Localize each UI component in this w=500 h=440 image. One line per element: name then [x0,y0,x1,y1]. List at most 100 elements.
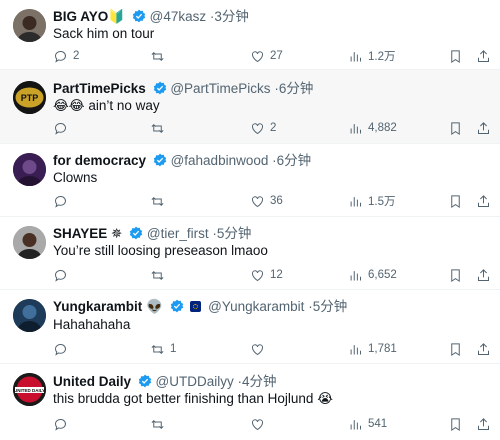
bookmark-button[interactable] [448,119,463,137]
views-button[interactable]: 4,882 [348,119,397,137]
display-name[interactable]: PartTimePicks [53,81,146,96]
tweet-card[interactable]: SHAYEE ✵ @tier_first ·5分钟 You’re still l… [0,217,500,290]
display-name[interactable]: United Daily [53,374,131,389]
retweet-count: 1 [170,343,177,355]
timestamp[interactable]: 3分钟 [214,9,249,24]
view-count: 1.2万 [368,51,396,63]
display-name[interactable]: for democracy [53,153,146,168]
reply-button[interactable] [53,340,73,358]
name-badge-emoji: 👽 [146,299,163,315]
like-count: 27 [270,50,283,62]
view-count: 6,652 [368,269,397,281]
bookmark-button[interactable] [448,192,463,210]
timestamp[interactable]: 6分钟 [277,153,312,168]
avatar[interactable]: UNITED DAILY [13,373,46,406]
tweet-actions: 2 27 1.2万 [0,47,500,65]
bookmark-button[interactable] [448,266,463,284]
verified-badge-icon [129,226,143,240]
view-count: 1.5万 [368,196,396,208]
handle[interactable]: @47kasz [150,9,206,24]
retweet-button[interactable] [150,266,170,284]
like-count: 36 [270,195,283,207]
share-button[interactable] [476,192,491,210]
bookmark-button[interactable] [448,415,463,433]
share-button[interactable] [476,415,491,433]
like-button[interactable]: 36 [250,192,283,210]
tweet-card[interactable]: UNITED DAILY United Daily @UTDDailyy ·4分… [0,364,500,440]
tweet-actions: 36 1.5万 [0,192,500,210]
like-icon [252,418,263,430]
avatar[interactable] [13,153,46,186]
views-button[interactable]: 1.5万 [348,192,396,210]
views-button[interactable]: 1,781 [348,340,397,358]
bookmark-icon [451,268,460,282]
tweet-card[interactable]: PTP PartTimePicks @PartTimePicks ·6分钟 😂😂… [0,70,500,144]
avatar[interactable] [13,226,46,259]
handle[interactable]: @tier_first [147,226,209,241]
reply-button[interactable] [53,119,73,137]
share-icon [478,194,489,207]
retweet-button[interactable] [150,192,170,210]
tweet-card[interactable]: Yungkarambit 👽 @Yungkarambit ·5分钟 Hahaha… [0,290,500,364]
display-name[interactable]: BIG AYO [53,9,108,24]
display-name[interactable]: Yungkarambit [53,299,142,314]
views-icon [350,270,361,280]
like-icon [252,269,263,281]
tweet-card[interactable]: BIG AYO🔰 @47kasz ·3分钟 Sack him on tour 2… [0,0,500,70]
reply-button[interactable] [53,415,73,433]
reply-button[interactable] [53,266,73,284]
tweet-card[interactable]: for democracy @fahadbinwood ·6分钟 Clowns … [0,144,500,217]
timestamp[interactable]: 6分钟 [279,81,314,96]
timestamp[interactable]: 5分钟 [313,299,348,314]
views-button[interactable]: 541 [348,415,387,433]
retweet-button[interactable] [150,119,170,137]
avatar[interactable]: PTP [13,81,46,114]
tweet-header: PartTimePicks @PartTimePicks ·6分钟 [53,81,313,97]
share-button[interactable] [476,119,491,137]
tweet-header: Yungkarambit 👽 @Yungkarambit ·5分钟 [53,299,347,315]
tweet-header: United Daily @UTDDailyy ·4分钟 [53,374,277,390]
bookmark-button[interactable] [448,47,463,65]
like-button[interactable] [250,340,270,358]
tweet-text: Clowns [53,170,98,185]
handle[interactable]: @PartTimePicks [170,81,270,96]
like-button[interactable]: 12 [250,266,283,284]
handle[interactable]: @UTDDailyy [156,374,234,389]
share-button[interactable] [476,266,491,284]
reply-button[interactable]: 2 [53,47,79,65]
handle[interactable]: @fahadbinwood [171,153,269,168]
like-button[interactable]: 2 [250,119,276,137]
retweet-icon [151,196,164,206]
tweet-header: SHAYEE ✵ @tier_first ·5分钟 [53,226,251,242]
retweet-icon [151,419,164,429]
bookmark-icon [451,194,460,208]
tweet-actions: 541 [0,415,500,433]
views-button[interactable]: 6,652 [348,266,397,284]
like-button[interactable]: 27 [250,47,283,65]
like-icon [252,50,263,62]
retweet-icon [151,344,164,354]
reply-icon [55,50,66,63]
avatar[interactable] [13,9,46,42]
share-button[interactable] [476,340,491,358]
avatar[interactable] [13,299,46,332]
bookmark-button[interactable] [448,340,463,358]
tweet-text: 😂😂 ain’t no way [53,98,160,114]
like-count: 2 [270,122,277,134]
tweet-emoji: 😭 [317,391,333,407]
views-button[interactable]: 1.2万 [348,47,396,65]
retweet-button[interactable] [150,415,170,433]
timestamp[interactable]: 4分钟 [242,374,277,389]
like-icon [252,122,263,134]
share-button[interactable] [476,47,491,65]
timestamp[interactable]: 5分钟 [217,226,252,241]
display-name[interactable]: SHAYEE [53,226,107,241]
verified-badge-icon [138,374,151,388]
retweet-button[interactable] [150,47,170,65]
name-badge-symbol: ✵ [111,226,123,241]
handle[interactable]: @Yungkarambit [208,299,304,314]
reply-button[interactable] [53,192,73,210]
views-icon [350,51,361,61]
retweet-button[interactable]: 1 [150,340,176,358]
like-button[interactable] [250,415,270,433]
